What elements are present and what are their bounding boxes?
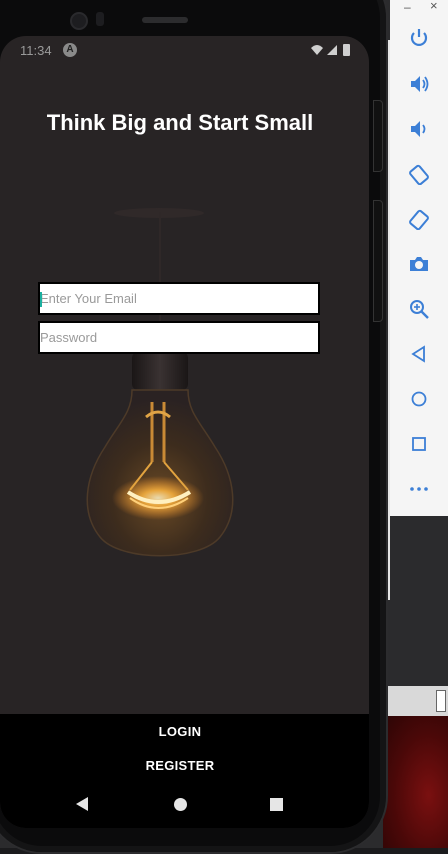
app-screen: 11:34 A Think Big and Start Small Enter …	[0, 36, 369, 828]
email-field[interactable]	[38, 282, 320, 315]
home-icon[interactable]	[407, 387, 431, 411]
desktop-strip	[383, 686, 448, 716]
nav-recents-icon[interactable]	[270, 798, 283, 811]
desktop-wallpaper	[383, 716, 448, 848]
back-icon[interactable]	[407, 342, 431, 366]
nav-home-icon[interactable]	[174, 798, 187, 811]
speaker-grille	[142, 17, 188, 23]
sensor-icon	[96, 12, 104, 26]
rotate-left-icon[interactable]	[407, 162, 431, 186]
email-input[interactable]	[40, 284, 318, 313]
notification-icon: A	[63, 43, 77, 57]
wifi-battery-icon	[311, 44, 350, 56]
power-icon[interactable]	[407, 26, 431, 50]
front-camera-icon	[70, 12, 88, 30]
password-field[interactable]	[38, 321, 320, 354]
rotate-right-icon[interactable]	[407, 207, 431, 231]
password-input[interactable]	[40, 323, 318, 352]
nav-back-icon[interactable]	[76, 797, 88, 811]
volume-down-icon[interactable]	[407, 117, 431, 141]
login-button[interactable]: LOGIN	[0, 724, 360, 739]
minimize-button[interactable]: –	[404, 0, 411, 14]
mini-window-icon	[436, 690, 446, 712]
navigation-bar	[0, 786, 369, 828]
status-bar: 11:34 A	[0, 36, 369, 64]
zoom-icon[interactable]	[407, 297, 431, 321]
text-cursor	[40, 292, 42, 307]
register-button[interactable]: REGISTER	[0, 758, 360, 773]
volume-up-icon[interactable]	[407, 72, 431, 96]
camera-icon[interactable]	[407, 252, 431, 276]
close-button[interactable]: ×	[430, 0, 438, 13]
bulb-illustration	[86, 212, 234, 557]
power-side-button	[373, 100, 383, 172]
emulator-toolbar: – ×	[390, 0, 448, 516]
more-icon[interactable]	[407, 477, 431, 501]
overview-icon[interactable]	[407, 432, 431, 456]
volume-side-button	[373, 200, 383, 322]
status-time: 11:34	[20, 43, 52, 58]
page-title: Think Big and Start Small	[46, 110, 314, 135]
light-bulb-image	[60, 208, 260, 572]
